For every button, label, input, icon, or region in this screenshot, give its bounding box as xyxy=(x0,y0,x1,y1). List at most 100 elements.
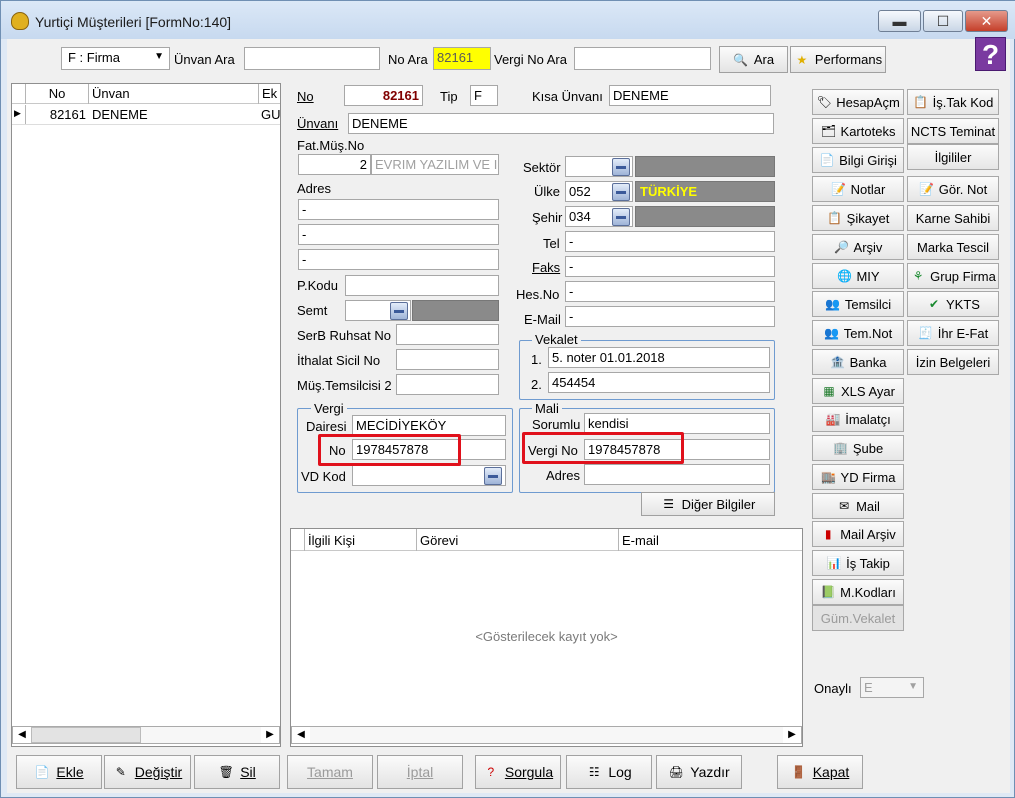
is-tak-kod-button[interactable]: 📋 İş.Tak Kod xyxy=(907,89,999,115)
ilgililer-button[interactable]: İlgililer xyxy=(907,144,999,170)
tel-field[interactable]: - xyxy=(565,231,775,252)
vekalet-2-field[interactable]: 454454 xyxy=(548,372,770,393)
mali-adres-field[interactable] xyxy=(584,464,770,485)
ulke-lookup-icon[interactable] xyxy=(612,183,630,201)
sektor-lookup-icon[interactable] xyxy=(612,158,630,176)
sehir-lookup-icon[interactable] xyxy=(612,208,630,226)
table-row[interactable]: ▶ 82161 DENEME GU xyxy=(12,105,280,125)
tip-field[interactable]: F xyxy=(470,85,498,106)
minimize-button[interactable]: ▬ xyxy=(878,10,921,32)
imalatci-button[interactable]: 🏭 İmalatçı xyxy=(812,406,904,432)
is-takip-button[interactable]: 📊 İş Takip xyxy=(812,550,904,576)
temsilci-button[interactable]: 👥 Temsilci xyxy=(812,291,904,317)
arsiv-button[interactable]: 🔎 Arşiv xyxy=(812,234,904,260)
serb-field[interactable] xyxy=(396,324,499,345)
vdkod-label: VD Kod xyxy=(301,469,346,484)
branch-icon: 🏢 xyxy=(833,441,849,455)
fatmus-no-field[interactable]: 2 xyxy=(298,154,371,175)
no-field[interactable]: 82161 xyxy=(344,85,423,106)
gum-vekalet-button[interactable]: Güm.Vekalet xyxy=(812,605,904,631)
contacts-col-gorevi[interactable]: Görevi xyxy=(417,529,619,551)
pkodu-field[interactable] xyxy=(345,275,499,296)
mail-button[interactable]: ✉ Mail xyxy=(812,493,904,519)
vergino-ara-input[interactable] xyxy=(574,47,711,70)
ithalat-field[interactable] xyxy=(396,349,499,370)
marka-tescil-button[interactable]: Marka Tescil xyxy=(907,234,999,260)
hesapacm-button[interactable]: 🏷 HesapAçm xyxy=(812,89,904,115)
yazdir-button[interactable]: 🖨 Yazdır xyxy=(656,755,742,789)
sikayet-button[interactable]: 📋 Şikayet xyxy=(812,205,904,231)
mail-arsiv-button[interactable]: ▮ Mail Arşiv xyxy=(812,521,904,547)
kartoteks-button[interactable]: 🗂 Kartoteks xyxy=(812,118,904,144)
bilgi-girisi-button[interactable]: 📄 Bilgi Girişi xyxy=(812,147,904,173)
karne-sahibi-label: Karne Sahibi xyxy=(915,210,991,226)
xls-ayar-button[interactable]: ▦ XLS Ayar xyxy=(812,378,904,404)
hesno-field[interactable]: - xyxy=(565,281,775,302)
list-col-ek[interactable]: Ek xyxy=(259,84,280,104)
kapat-button[interactable]: 🚪 Kapat xyxy=(777,755,863,789)
ara-button[interactable]: 🔍 Ara xyxy=(719,46,788,73)
tem-not-button[interactable]: 👥 Tem.Not xyxy=(812,320,904,346)
diger-bilgiler-button[interactable]: ☰ Diğer Bilgiler xyxy=(641,492,775,516)
contacts-hscrollbar[interactable]: ◀ ▶ xyxy=(291,726,802,744)
sorgula-button[interactable]: ? Sorgula xyxy=(475,755,561,789)
yd-firma-button[interactable]: 🏬 YD Firma xyxy=(812,464,904,490)
sil-button[interactable]: 🗑 Sil xyxy=(194,755,280,789)
yd-firma-label: YD Firma xyxy=(840,469,896,485)
adres-field-2[interactable]: - xyxy=(298,224,499,245)
close-button[interactable]: ✕ xyxy=(965,10,1008,32)
query-icon: ? xyxy=(487,765,495,779)
adres-field-1[interactable]: - xyxy=(298,199,499,220)
vdkod-lookup-icon[interactable] xyxy=(484,467,502,485)
onayli-select[interactable]: E ▼ xyxy=(860,677,924,698)
unvan-field[interactable]: DENEME xyxy=(348,113,774,134)
iptal-button[interactable]: İptal xyxy=(377,755,463,789)
vekalet-1-field[interactable]: 5. noter 01.01.2018 xyxy=(548,347,770,368)
ihr-efat-button[interactable]: 🧾 İhr E-Fat xyxy=(907,320,999,346)
list-col-no[interactable]: No xyxy=(26,84,89,104)
karne-sahibi-button[interactable]: Karne Sahibi xyxy=(907,205,999,231)
vergi-dairesi-field[interactable]: MECİDİYEKÖY xyxy=(352,415,506,436)
degistir-button[interactable]: ✎ Değiştir xyxy=(104,755,191,789)
scroll-thumb[interactable] xyxy=(31,727,141,743)
ykts-button[interactable]: ✔ YKTS xyxy=(907,291,999,317)
banka-button[interactable]: 🏦 Banka xyxy=(812,349,904,375)
no-ara-input[interactable]: 82161 xyxy=(433,47,491,70)
ncts-teminat-button[interactable]: NCTS Teminat xyxy=(907,118,999,144)
list-hscrollbar[interactable]: ◀ ▶ xyxy=(12,726,280,744)
izin-belgeleri-button[interactable]: İzin Belgeleri xyxy=(907,349,999,375)
contacts-col-email[interactable]: E-mail xyxy=(619,529,802,551)
grup-firma-button[interactable]: ⚘ Grup Firma xyxy=(907,263,999,289)
type-select[interactable]: F : Firma ▼ xyxy=(61,47,170,70)
gor-not-button[interactable]: 📝 Gör. Not xyxy=(907,176,999,202)
adres-field-3[interactable]: - xyxy=(298,249,499,270)
scroll-left-icon[interactable]: ◀ xyxy=(292,727,310,743)
scroll-right-icon[interactable]: ▶ xyxy=(783,727,801,743)
title-bar[interactable]: Yurtiçi Müşterileri [FormNo:140] ▬ ☐ ✕ xyxy=(1,1,1015,39)
kisa-unvan-field[interactable]: DENEME xyxy=(609,85,771,106)
notlar-button[interactable]: 📝 Notlar xyxy=(812,176,904,202)
unvan-ara-input[interactable] xyxy=(244,47,380,70)
list-col-unvan[interactable]: Ünvan xyxy=(89,84,259,104)
help-icon[interactable]: ? xyxy=(975,37,1006,71)
maximize-button[interactable]: ☐ xyxy=(923,10,963,32)
scroll-left-icon[interactable]: ◀ xyxy=(13,727,31,743)
sube-button[interactable]: 🏢 Şube xyxy=(812,435,904,461)
vdkod-field[interactable] xyxy=(352,465,506,486)
printer-icon: 🖨 xyxy=(668,765,684,779)
log-button[interactable]: ☷ Log xyxy=(566,755,652,789)
performans-button[interactable]: ★ Performans xyxy=(790,46,886,73)
faks-field[interactable]: - xyxy=(565,256,775,277)
email-field[interactable]: - xyxy=(565,306,775,327)
semt-lookup-icon[interactable] xyxy=(390,302,408,320)
miy-button[interactable]: 🌐 MIY xyxy=(812,263,904,289)
contacts-col-kisi[interactable]: İlgili Kişi xyxy=(305,529,417,551)
m-kodlari-button[interactable]: 📗 M.Kodları xyxy=(812,579,904,605)
help-glyph: ? xyxy=(981,39,1000,70)
scroll-right-icon[interactable]: ▶ xyxy=(261,727,279,743)
ekle-button[interactable]: 📄 Ekle xyxy=(16,755,102,789)
tamam-button[interactable]: Tamam xyxy=(287,755,373,789)
izin-belgeleri-label: İzin Belgeleri xyxy=(915,354,991,370)
sorumlu-field[interactable]: kendisi xyxy=(584,413,770,434)
mustem-field[interactable] xyxy=(396,374,499,395)
